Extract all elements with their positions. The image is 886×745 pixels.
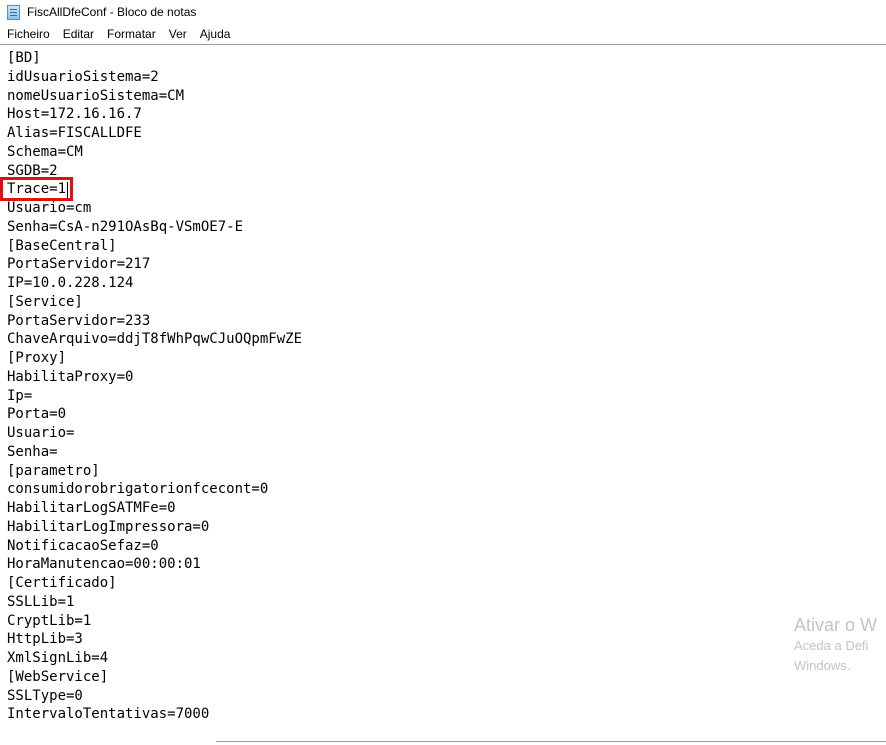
notepad-icon bbox=[7, 4, 20, 20]
text-editor[interactable]: [BD] idUsuarioSistema=2 nomeUsuarioSiste… bbox=[0, 44, 886, 745]
editor-line: idUsuarioSistema=2 bbox=[7, 68, 159, 85]
editor-line: nomeUsuarioSistema=CM bbox=[7, 87, 185, 104]
watermark-line-1: Aceda a Defi bbox=[794, 638, 869, 653]
editor-line: PortaServidor=233 bbox=[7, 312, 151, 329]
text-caret bbox=[67, 182, 68, 198]
watermark-line-2: Windows. bbox=[794, 658, 851, 673]
watermark-title: Ativar o W bbox=[794, 615, 878, 635]
editor-line: NotificacaoSefaz=0 bbox=[7, 537, 159, 554]
window-title: FiscAllDfeConf - Bloco de notas bbox=[27, 5, 197, 19]
editor-line: PortaServidor=217 bbox=[7, 256, 151, 273]
menu-ficheiro[interactable]: Ficheiro bbox=[0, 27, 56, 41]
menu-bar: Ficheiro Editar Formatar Ver Ajuda bbox=[0, 24, 886, 44]
editor-line: HabilitarLogImpressora=0 bbox=[7, 518, 210, 535]
editor-line: HabilitarLogSATMFe=0 bbox=[7, 500, 176, 516]
editor-line: SSLLib=1 bbox=[7, 593, 75, 610]
editor-line: [BaseCentral] bbox=[7, 237, 117, 254]
editor-line: XmlSignLib=4 bbox=[7, 650, 109, 666]
editor-line: [WebService] bbox=[7, 668, 109, 685]
menu-editar[interactable]: Editar bbox=[56, 27, 100, 41]
trace-highlight-box bbox=[0, 177, 73, 201]
windows-activation-watermark: Ativar o W Aceda a Defi Windows. bbox=[794, 614, 877, 676]
editor-line: ChaveArquivo=ddjT8fWhPqwCJuOQpmFwZE bbox=[7, 331, 303, 348]
editor-line: Usuario=cm bbox=[7, 200, 92, 216]
menu-ajuda[interactable]: Ajuda bbox=[193, 27, 237, 41]
editor-line: Alias=FISCALLDFE bbox=[7, 125, 142, 141]
editor-line: CryptLib=1 bbox=[7, 612, 92, 629]
editor-line: Host=172.16.16.7 bbox=[7, 106, 142, 123]
editor-line: Schema=CM bbox=[7, 143, 83, 160]
editor-line: Ip= bbox=[7, 387, 33, 404]
menu-ver[interactable]: Ver bbox=[162, 27, 193, 41]
horizontal-scrollbar-edge bbox=[216, 741, 886, 742]
editor-line: HttpLib=3 bbox=[7, 631, 83, 648]
title-bar: FiscAllDfeConf - Bloco de notas bbox=[0, 0, 886, 24]
editor-line: HoraManutencao=00:00:01 bbox=[7, 556, 201, 573]
editor-line: [Certificado] bbox=[7, 575, 117, 591]
editor-line: Porta=0 bbox=[7, 406, 67, 423]
editor-line: [parametro] bbox=[7, 462, 100, 479]
editor-line: Senha= bbox=[7, 443, 58, 460]
editor-line: IntervaloTentativas=7000 bbox=[7, 706, 210, 723]
editor-line: IP=10.0.228.124 bbox=[7, 275, 134, 291]
editor-line: Senha=CsA-n291OAsBq-VSmOE7-E bbox=[7, 218, 244, 235]
editor-line: [Service] bbox=[7, 293, 83, 310]
editor-line: [Proxy] bbox=[7, 350, 67, 366]
editor-line: [BD] bbox=[7, 50, 41, 66]
editor-line: SSLType=0 bbox=[7, 687, 83, 704]
menu-formatar[interactable]: Formatar bbox=[100, 27, 162, 41]
editor-text[interactable]: [BD] idUsuarioSistema=2 nomeUsuarioSiste… bbox=[7, 49, 302, 724]
editor-line: Usuario= bbox=[7, 425, 75, 441]
editor-line: consumidorobrigatorionfcecont=0 bbox=[7, 481, 269, 498]
editor-line: HabilitaProxy=0 bbox=[7, 368, 134, 385]
